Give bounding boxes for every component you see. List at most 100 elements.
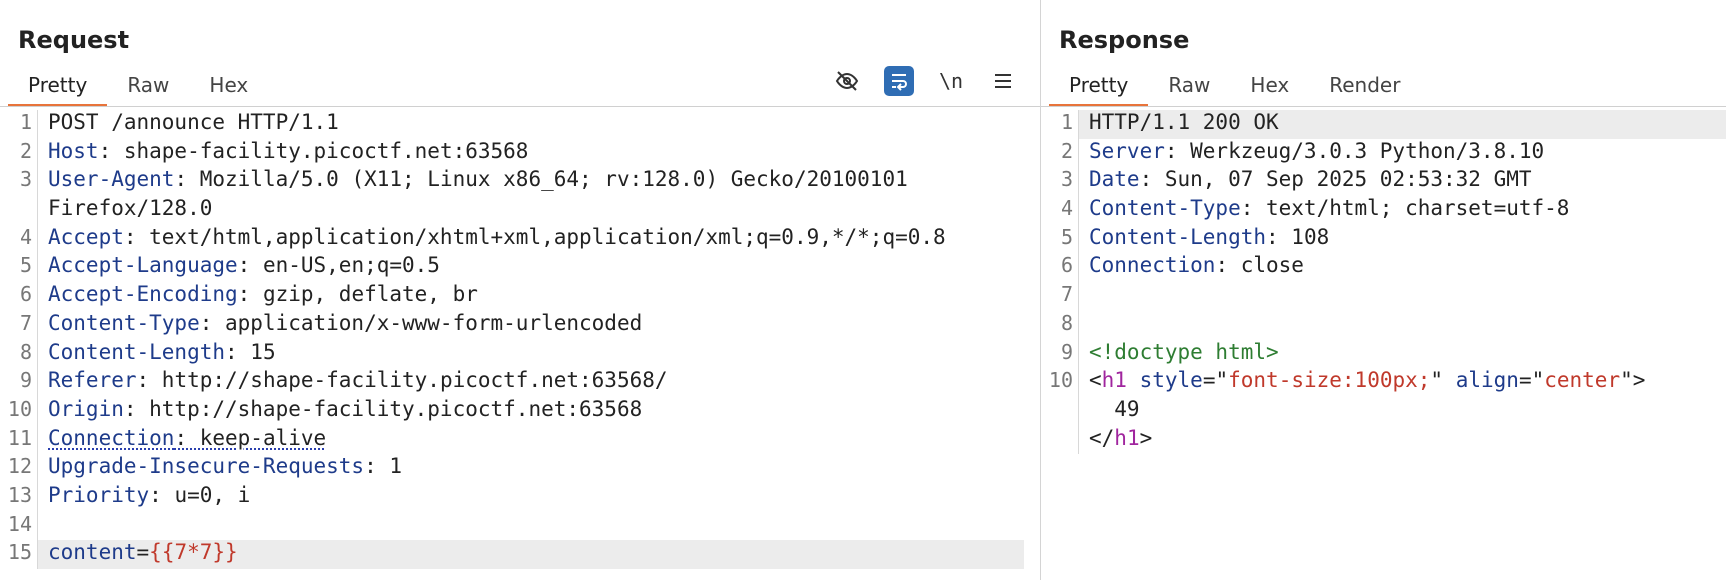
tag-bracket: </ — [1089, 425, 1115, 450]
response-tab-pretty[interactable]: Pretty — [1049, 70, 1149, 107]
header-name: Content-Length — [48, 339, 226, 364]
code-line: 1 POST /announce HTTP/1.1 — [0, 110, 1040, 139]
request-toolbar: \n — [832, 66, 1018, 96]
menu-icon[interactable] — [988, 66, 1018, 96]
response-pane: Response Pretty Raw Hex Render 1 HTTP/1.1… — [1041, 0, 1726, 580]
request-line: POST /announce HTTP/1.1 — [48, 110, 339, 134]
response-editor[interactable]: 1 HTTP/1.1 200 OK 2 Server: Werkzeug/3.0.3… — [1041, 110, 1726, 455]
header-name: Priority — [48, 482, 150, 507]
attr-value: center — [1544, 368, 1621, 393]
request-pane: Request Pretty Raw Hex \n 1 POST /announc… — [0, 0, 1041, 580]
code-line: 5 Accept-Language: en-US,en;q=0.5 — [0, 253, 1040, 283]
header-value: : 15 — [225, 339, 276, 364]
code-line-wrap: Firefox/128.0 — [0, 196, 1040, 225]
line-number: 10 — [0, 396, 38, 426]
header-value: : en-US,en;q=0.5 — [237, 253, 440, 278]
newline-toggle[interactable]: \n — [936, 66, 966, 96]
param-equals: = — [136, 540, 150, 565]
header-name: Origin — [48, 396, 124, 421]
header-name: Upgrade-Insecure-Requests — [48, 454, 365, 479]
code-line-wrap: </h1> — [1041, 425, 1726, 455]
line-number: 7 — [0, 310, 38, 340]
header-name: Accept-Language — [48, 253, 238, 278]
code-line: 10 <h1 style="font-size:100px;" align="ce… — [1041, 368, 1726, 397]
code-line: 1 HTTP/1.1 200 OK — [1041, 110, 1726, 139]
tab-divider — [0, 106, 1040, 107]
header-name: User-Agent — [48, 167, 175, 192]
header-name: Content-Type — [1089, 196, 1241, 221]
code-line: 7 Content-Type: application/x-www-form-ur… — [0, 310, 1040, 340]
line-number: 6 — [1041, 253, 1079, 283]
status-line: HTTP/1.1 200 OK — [1079, 110, 1726, 139]
line-number: 13 — [0, 482, 38, 512]
code-line: 11 Connection: keep-alive — [0, 425, 1040, 455]
code-line: 3 User-Agent: Mozilla/5.0 (X11; Linux x86… — [0, 167, 1040, 197]
tab-divider — [1041, 106, 1726, 107]
code-line: 3 Date: Sun, 07 Sep 2025 02:53:32 GMT — [1041, 167, 1726, 197]
body-line: content={{7*7}} — [38, 540, 1024, 569]
header-name: Server — [1089, 138, 1165, 163]
hide-icon[interactable] — [832, 66, 862, 96]
request-tab-pretty[interactable]: Pretty — [8, 70, 108, 107]
response-tab-hex[interactable]: Hex — [1230, 70, 1309, 104]
header-value: : Werkzeug/3.0.3 Python/3.8.10 — [1164, 138, 1545, 163]
header-value: Firefox/128.0 — [48, 196, 213, 221]
code-line: 15 content={{7*7}} — [0, 540, 1040, 569]
header-name: Accept — [48, 224, 124, 249]
wrap-icon[interactable] — [884, 66, 914, 96]
request-tab-hex[interactable]: Hex — [189, 70, 268, 104]
line-number: 4 — [0, 224, 38, 254]
code-line: 2 Host: shape-facility.picoctf.net:63568 — [0, 138, 1040, 168]
header-name: Date — [1089, 167, 1140, 192]
line-number: 9 — [0, 368, 38, 397]
line-number: 12 — [0, 454, 38, 483]
code-line: 9 <!doctype html> — [1041, 339, 1726, 369]
code-line: 14 — [0, 511, 1040, 541]
request-tab-raw[interactable]: Raw — [107, 70, 189, 104]
attr-name: style — [1139, 368, 1203, 393]
header-value: : gzip, deflate, br — [237, 282, 478, 307]
attr-name: align — [1455, 368, 1519, 393]
header-value: : keep-alive — [174, 425, 327, 450]
response-tab-render[interactable]: Render — [1309, 70, 1420, 104]
code-line-wrap: 49 — [1041, 396, 1726, 426]
line-number: 4 — [1041, 196, 1079, 225]
param-value: {{7*7}} — [149, 540, 238, 565]
line-number: 9 — [1041, 339, 1079, 369]
line-number: 8 — [1041, 310, 1079, 340]
line-number: 15 — [0, 540, 38, 569]
attr-eq: =" — [1202, 368, 1229, 393]
request-tabs: Pretty Raw Hex — [8, 70, 268, 107]
line-number: 6 — [0, 282, 38, 311]
code-line: 12 Upgrade-Insecure-Requests: 1 — [0, 454, 1040, 483]
tag-close: "> — [1620, 368, 1646, 393]
attr-eq: =" — [1518, 368, 1545, 393]
header-value: : 108 — [1266, 224, 1330, 249]
header-value: : Sun, 07 Sep 2025 02:53:32 GMT — [1139, 167, 1532, 192]
tag-bracket: < — [1089, 368, 1102, 393]
request-editor[interactable]: 1 POST /announce HTTP/1.1 2 Host: shape-fa… — [0, 110, 1040, 569]
header-name: Content-Type — [48, 310, 200, 335]
code-line: 7 — [1041, 282, 1726, 311]
code-line: 13 Priority: u=0, i — [0, 482, 1040, 512]
code-line: 9 Referer: http://shape-facility.picoctf.… — [0, 368, 1040, 397]
header-name: Referer — [48, 368, 137, 393]
response-tab-raw[interactable]: Raw — [1148, 70, 1230, 104]
line-number: 7 — [1041, 282, 1079, 311]
header-value: : http://shape-facility.picoctf.net:6356… — [136, 368, 668, 393]
code-line: 10 Origin: http://shape-facility.picoctf.… — [0, 396, 1040, 426]
response-tabs: Pretty Raw Hex Render — [1049, 70, 1420, 107]
header-value: : http://shape-facility.picoctf.net:6356… — [123, 396, 643, 421]
header-value: : u=0, i — [149, 482, 251, 507]
code-line: 5 Content-Length: 108 — [1041, 224, 1726, 254]
attr-value: font-size:100px; — [1228, 368, 1431, 393]
code-line: 6 Connection: close — [1041, 253, 1726, 283]
code-line: 4 Content-Type: text/html; charset=utf-8 — [1041, 196, 1726, 225]
code-line: 4 Accept: text/html,application/xhtml+xml… — [0, 224, 1040, 254]
tag-name: h1 — [1101, 368, 1127, 393]
line-number: 2 — [1041, 138, 1079, 168]
code-line: 8 — [1041, 310, 1726, 340]
line-number: 5 — [1041, 224, 1079, 254]
line-number: 3 — [1041, 167, 1079, 197]
